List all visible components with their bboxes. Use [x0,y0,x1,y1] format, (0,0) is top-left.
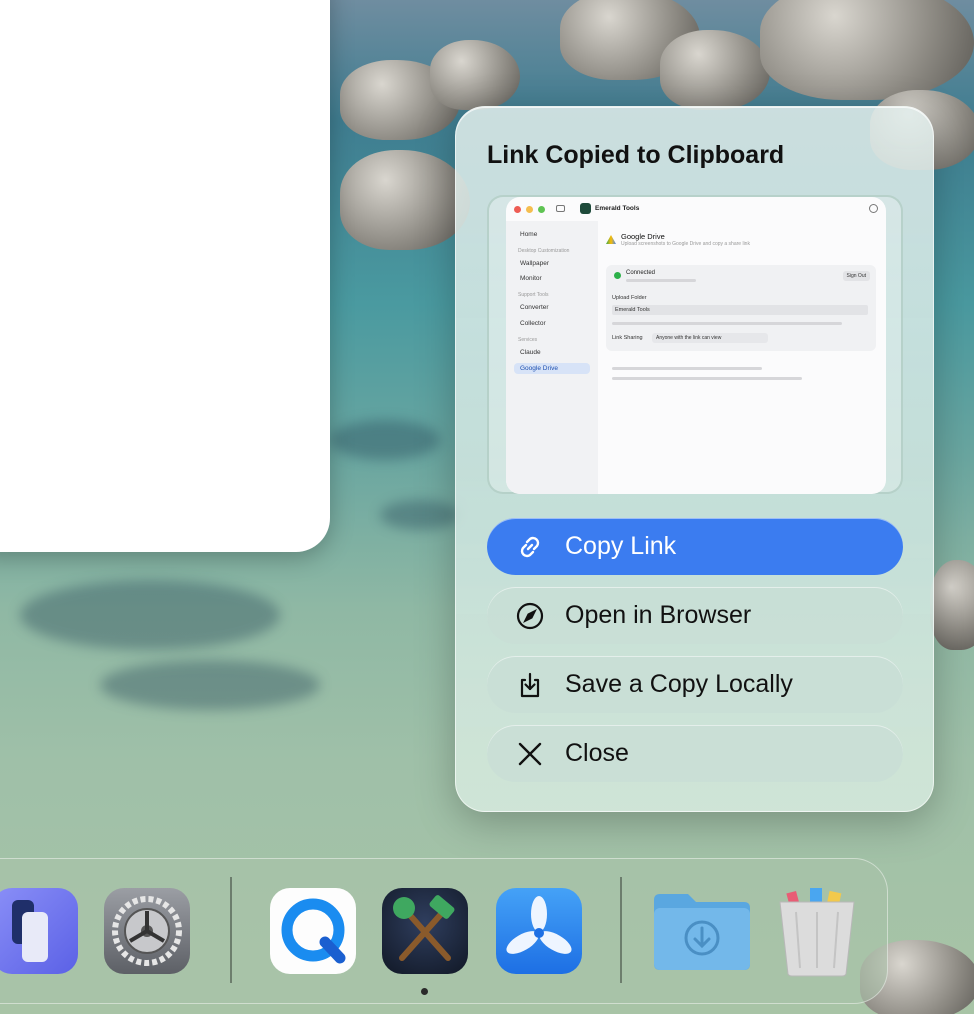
preview-sidebar-wallpaper: Wallpaper [520,260,550,267]
preview-main-title: Google Drive [621,232,665,241]
fan-icon[interactable] [496,888,582,974]
preview-sign-out: Sign Out [842,271,870,281]
preview-upload-folder-value: Emerald Tools [615,307,650,313]
crossed-hammers-icon[interactable] [382,888,468,974]
preview-section-desktop: Desktop Customization [518,248,570,254]
copy-link-label: Copy Link [565,532,677,560]
quicktime-icon[interactable] [270,888,356,974]
copy-link-button[interactable]: Copy Link [487,518,903,575]
preview-card: Connected Sign Out Upload Folder Emerald… [606,265,876,351]
compass-icon [515,601,545,631]
close-label: Close [565,739,629,767]
preview-sidebar: Home Desktop Customization Wallpaper Mon… [506,221,598,494]
phone-remote-icon[interactable] [0,888,78,974]
running-indicator [421,988,428,995]
preview-sidebar-monitor: Monitor [520,275,542,282]
screenshot-preview-frame: Emerald Tools Home Desktop Customization… [487,195,903,494]
download-tray-icon [515,670,545,700]
share-panel: Link Copied to Clipboard Emerald Tools H… [455,106,934,812]
gear-icon[interactable] [104,888,190,974]
close-icon [515,739,545,769]
close-button[interactable]: Close [487,725,903,782]
preview-sidebar-google-drive: Google Drive [520,365,558,372]
preview-titlebar: Emerald Tools [506,197,886,221]
link-icon [515,532,545,562]
preview-upload-folder-label: Upload Folder [612,295,647,301]
downloads-folder-icon[interactable] [652,888,752,974]
preview-section-support: Support Tools [518,292,549,298]
preview-sidebar-collector: Collector [520,320,546,327]
preview-section-services: Services [518,337,538,343]
preview-app-title: Emerald Tools [595,205,640,212]
dock-separator [620,877,622,983]
open-in-browser-label: Open in Browser [565,601,752,629]
preview-link-sharing-value: Anyone with the link can view [656,335,722,341]
screenshot-preview: Emerald Tools Home Desktop Customization… [506,197,886,494]
preview-sidebar-converter: Converter [520,304,549,311]
preview-status: Connected [626,270,656,276]
preview-sidebar-claude: Claude [520,349,541,356]
trash-icon[interactable] [776,888,858,977]
open-in-browser-button[interactable]: Open in Browser [487,587,903,644]
preview-sidebar-home: Home [520,231,538,238]
panel-title: Link Copied to Clipboard [487,141,785,169]
preview-link-sharing-label: Link Sharing [612,335,643,341]
dock-separator [230,877,232,983]
save-copy-locally-button[interactable]: Save a Copy Locally [487,656,903,713]
save-copy-locally-label: Save a Copy Locally [565,670,793,698]
preview-main-subtitle: Upload screenshots to Google Drive and c… [621,241,750,247]
background-window[interactable] [0,0,330,552]
